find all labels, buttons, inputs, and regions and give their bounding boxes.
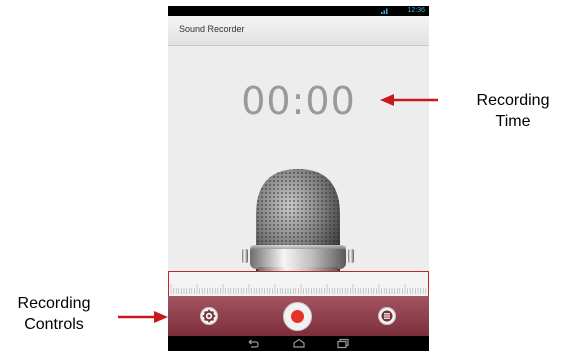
- app-title: Sound Recorder: [179, 24, 245, 34]
- status-bar: 12:36: [168, 6, 429, 16]
- recent-apps-icon[interactable]: [336, 338, 350, 349]
- recording-time-label-line1: Recording: [476, 92, 550, 109]
- app-bar: Sound Recorder: [168, 16, 429, 46]
- recordings-list-button[interactable]: [378, 307, 396, 325]
- signal-icon: [381, 8, 388, 14]
- recording-controls-label-line2: Controls: [24, 316, 84, 333]
- settings-button[interactable]: [200, 307, 218, 325]
- settings-icon: [202, 309, 216, 323]
- navigation-bar: [168, 336, 429, 351]
- recording-time-arrow: [380, 94, 438, 106]
- status-clock: 12:36: [407, 7, 425, 14]
- record-icon: [291, 310, 304, 323]
- recording-controls-arrow: [118, 311, 168, 323]
- recording-time-label: Recording Time: [465, 90, 561, 132]
- home-icon[interactable]: [292, 338, 306, 349]
- recording-controls-label-line1: Recording: [17, 295, 91, 312]
- recording-controls-label: Recording Controls: [0, 293, 108, 335]
- phone-screen: 12:36 Sound Recorder 00:00: [168, 6, 429, 351]
- waveform-ruler: [168, 272, 429, 296]
- back-icon[interactable]: [246, 338, 260, 349]
- recording-controls: [168, 296, 429, 336]
- microphone-icon: [242, 169, 354, 287]
- ruler-ticks: [170, 284, 429, 294]
- record-button[interactable]: [283, 302, 312, 331]
- list-icon: [381, 310, 393, 322]
- recording-time-label-line2: Time: [495, 113, 531, 130]
